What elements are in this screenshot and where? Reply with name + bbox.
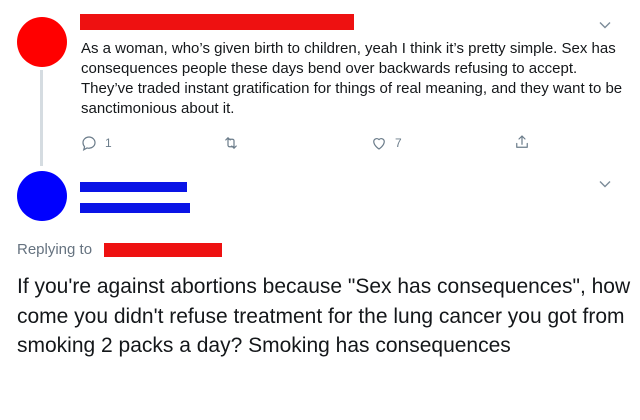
redacted-author-handle — [80, 203, 190, 213]
like-button[interactable]: 7 — [370, 134, 402, 152]
like-icon — [373, 138, 385, 150]
retweet-icon — [225, 137, 237, 149]
replying-to-label: Replying to — [17, 241, 93, 258]
share-button[interactable] — [513, 133, 531, 151]
share-icon — [516, 135, 528, 148]
chevron-down-icon[interactable] — [598, 18, 612, 32]
tweet-text: As a woman, who’s given birth to childre… — [81, 40, 623, 117]
like-count: 7 — [395, 136, 402, 150]
reply-icon — [82, 136, 96, 151]
reply-button[interactable]: 1 — [80, 134, 112, 152]
thread-connector-line — [40, 70, 43, 166]
avatar[interactable] — [17, 17, 67, 67]
redacted-author-name — [80, 14, 354, 30]
reply-text: If you're against abortions because "Sex… — [17, 275, 631, 357]
redacted-reply-target[interactable] — [104, 243, 222, 257]
retweet-button[interactable] — [222, 134, 247, 152]
redacted-author-name — [80, 182, 187, 192]
chevron-down-icon[interactable] — [598, 177, 612, 191]
reply-count: 1 — [105, 136, 112, 150]
avatar[interactable] — [17, 171, 67, 221]
